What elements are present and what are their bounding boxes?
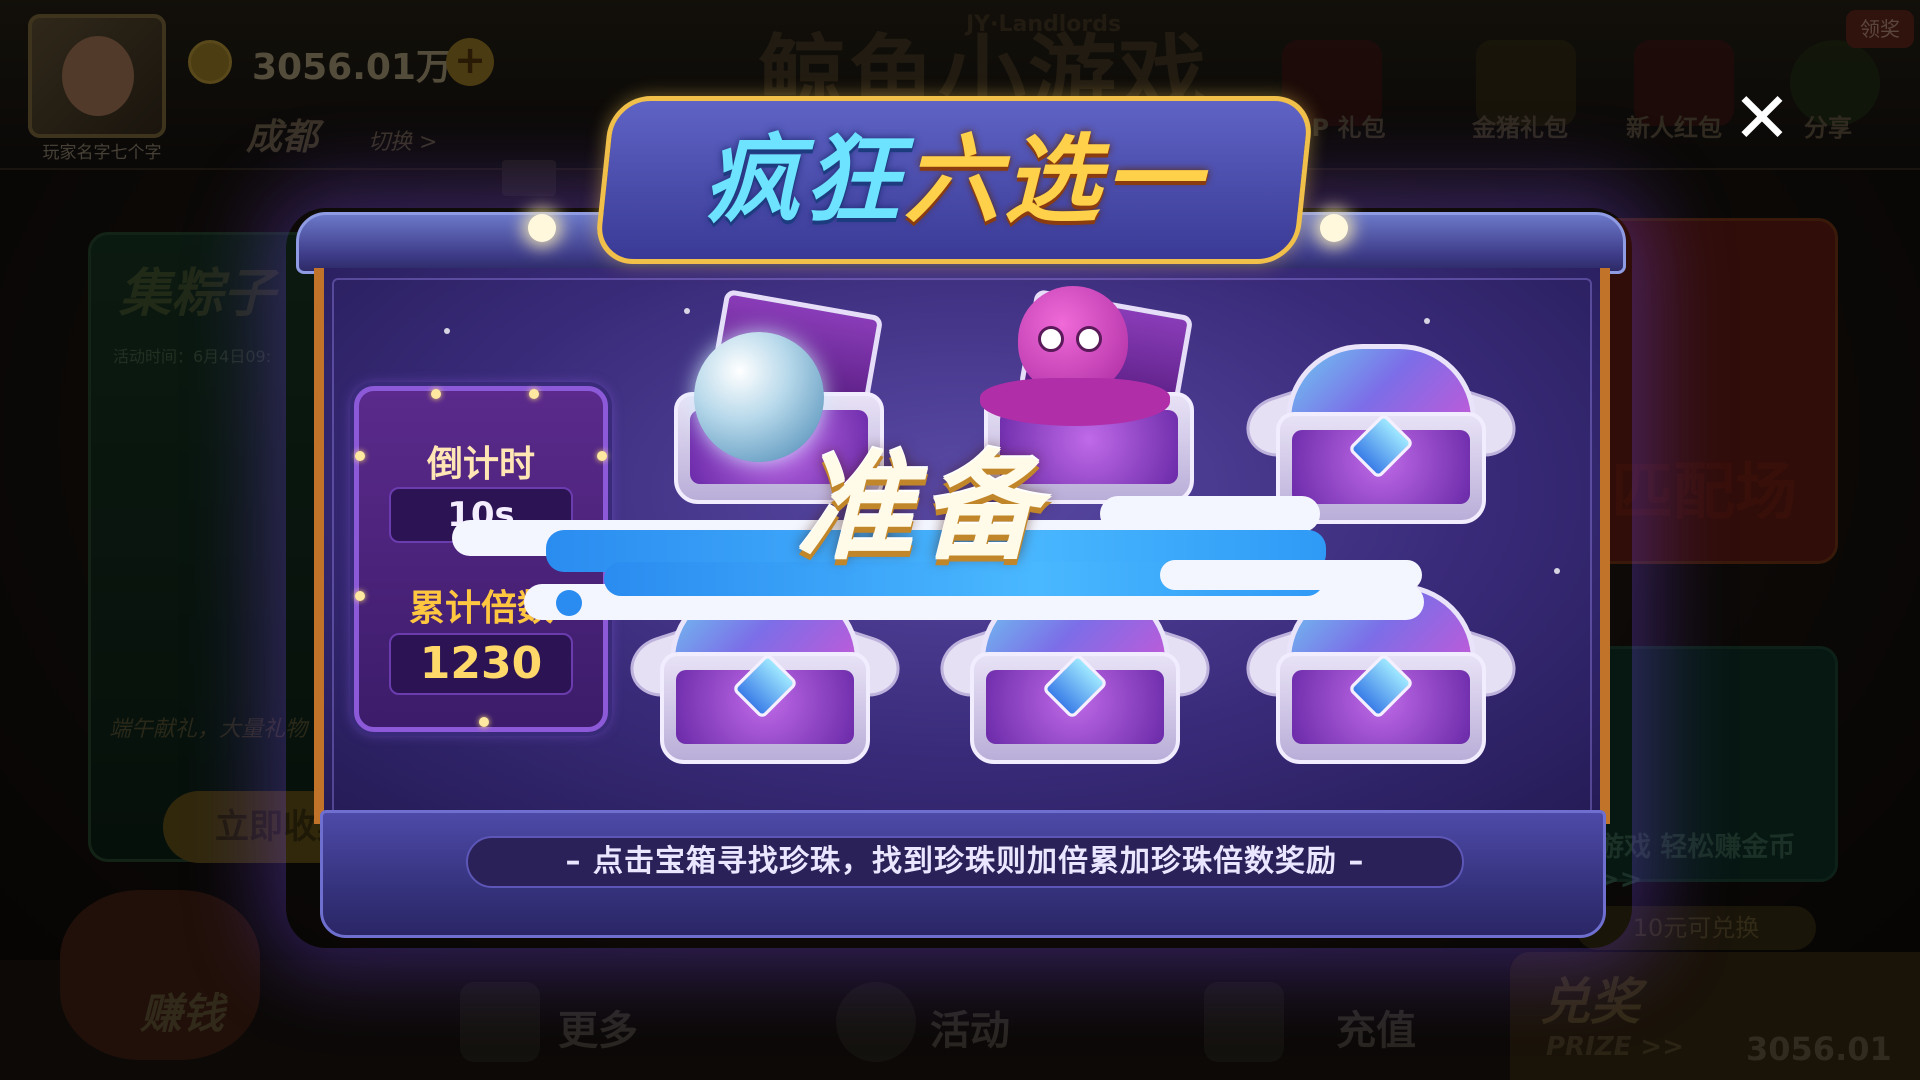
coin-amount: 3056.01万 bbox=[252, 47, 452, 88]
claim-badge[interactable]: 领奖 bbox=[1846, 10, 1914, 48]
bottom-nav: 赚钱 更多 活动 充值 bbox=[0, 890, 1510, 1080]
octopus-eye bbox=[1076, 326, 1102, 352]
modal-title: 疯狂六选一 bbox=[604, 110, 1304, 250]
recharge-label[interactable]: 充值 bbox=[1336, 998, 1416, 1056]
activity-icon[interactable] bbox=[836, 982, 916, 1062]
newbie-red-envelope-label[interactable]: 新人红包 bbox=[1626, 108, 1722, 143]
activity-label[interactable]: 活动 bbox=[930, 998, 1010, 1056]
avatar[interactable] bbox=[28, 14, 166, 138]
grid-icon[interactable] bbox=[460, 982, 540, 1062]
octopus-tentacles bbox=[980, 378, 1170, 426]
sparkle bbox=[444, 328, 450, 334]
countdown-label: 倒计时 bbox=[426, 444, 535, 485]
lamp-right bbox=[1320, 214, 1348, 242]
event-card-time: 活动时间：6月4日09: bbox=[113, 347, 272, 366]
banner-streak bbox=[1100, 496, 1320, 532]
modal-title-part2: 六选一 bbox=[904, 124, 1204, 236]
prize-panel[interactable]: 兑奖 PRIZE >> 3056.01 bbox=[1510, 952, 1920, 1080]
city-name: 成都 bbox=[246, 117, 319, 158]
event-card-footer: 端午献礼，大量礼物 bbox=[109, 717, 308, 742]
octopus-eye bbox=[1038, 326, 1064, 352]
banner-streak bbox=[1160, 560, 1422, 590]
coin-icon bbox=[188, 40, 232, 84]
golden-pig-gift-label[interactable]: 金猪礼包 bbox=[1472, 108, 1568, 143]
prize-sub: PRIZE >> bbox=[1546, 1032, 1684, 1062]
switch-city-link[interactable]: 切换 > bbox=[368, 124, 437, 156]
lamp-left bbox=[528, 214, 556, 242]
player-name: 玩家名字七个字 bbox=[42, 143, 162, 163]
panel-light bbox=[431, 389, 441, 399]
modal-title-part1: 疯狂 bbox=[704, 124, 904, 236]
game-logo-sub: JY·Landlords bbox=[966, 12, 1122, 37]
cart-icon[interactable] bbox=[1204, 982, 1284, 1062]
add-coin-button[interactable]: + bbox=[446, 38, 494, 86]
share-label[interactable]: 分享 bbox=[1804, 108, 1852, 143]
prize-title: 兑奖 bbox=[1540, 973, 1640, 1031]
earn-coins-text: 游戏 轻松赚金币 >> bbox=[1597, 832, 1796, 895]
avatar-face bbox=[62, 36, 134, 116]
sparkle bbox=[1554, 568, 1560, 574]
panel-light bbox=[479, 717, 489, 727]
sparkle bbox=[1424, 318, 1430, 324]
more-label[interactable]: 更多 bbox=[558, 998, 638, 1056]
close-icon[interactable]: ✕ bbox=[1730, 83, 1794, 153]
event-card-title: 集粽子 bbox=[119, 264, 276, 324]
banner-dot bbox=[556, 590, 582, 616]
rules-description: – 点击宝箱寻找珍珠，找到珍珠则加倍累加珍珠倍数奖励 – bbox=[466, 836, 1464, 888]
prize-amount: 3056.01 bbox=[1746, 1030, 1892, 1068]
ready-text: 准备 bbox=[795, 438, 1044, 576]
match-room-title: 匹配场 bbox=[1611, 455, 1798, 528]
earn-money-label[interactable]: 赚钱 bbox=[140, 980, 224, 1041]
multiplier-value: 1230 bbox=[389, 633, 573, 695]
panel-light bbox=[529, 389, 539, 399]
speaker-icon[interactable] bbox=[502, 160, 556, 196]
